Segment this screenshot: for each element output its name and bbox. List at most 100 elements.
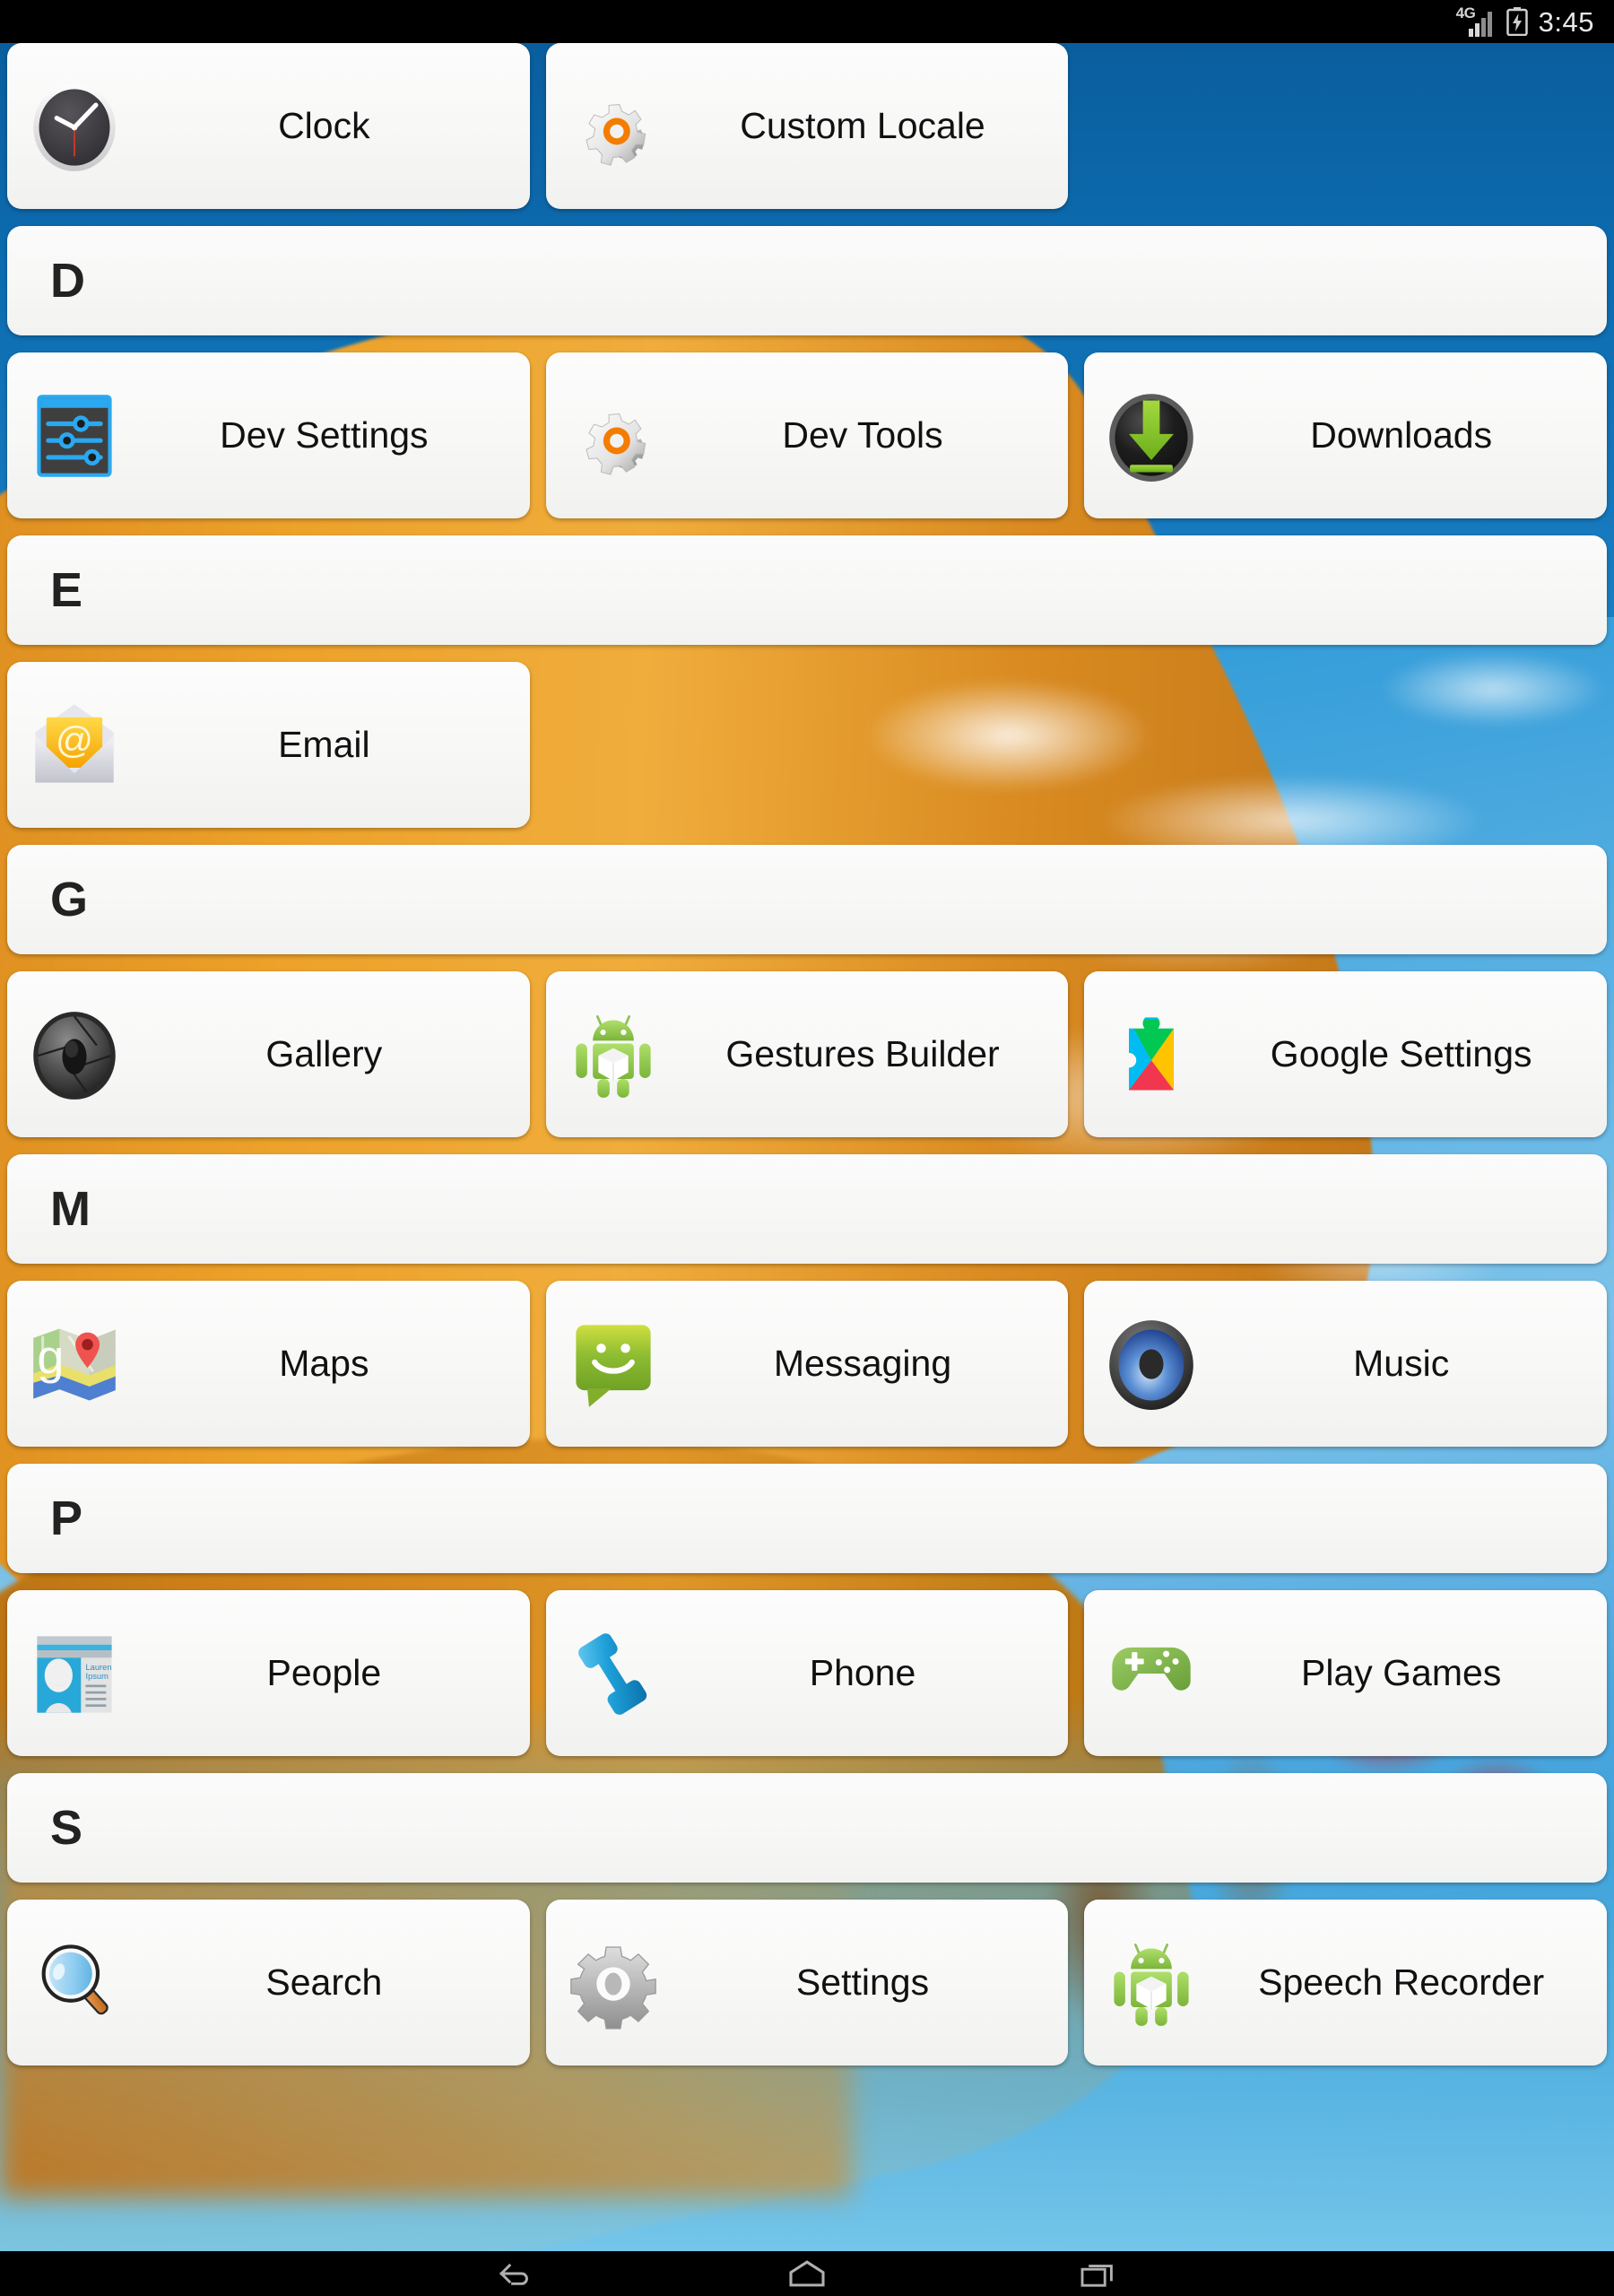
android-robot-icon <box>1114 1943 1189 2026</box>
phone-handset-icon <box>577 1632 646 1715</box>
section-letter: M <box>50 1182 91 1236</box>
app-icon-wrap <box>1084 971 1219 1137</box>
svg-text:Lauren: Lauren <box>85 1662 111 1671</box>
app-item-dev-tools[interactable]: Dev Tools <box>545 352 1069 518</box>
app-item-play-games[interactable]: Play Games <box>1084 1590 1608 1756</box>
app-item-settings[interactable]: Settings <box>545 1900 1069 2066</box>
app-slot-empty <box>1084 43 1607 209</box>
app-row: Clock Custom Locale <box>7 43 1607 209</box>
app-icon-wrap <box>1084 1900 1219 2066</box>
app-icon-wrap <box>546 43 681 209</box>
app-item-gestures-builder[interactable]: Gestures Builder <box>545 971 1069 1137</box>
gears-orange-icon <box>567 389 660 483</box>
app-item-speech-recorder[interactable]: Speech Recorder <box>1084 1900 1608 2066</box>
app-icon-wrap: Lauren Ipsum <box>7 1590 142 1756</box>
section-letter: P <box>50 1492 83 1545</box>
gamepad-icon <box>1105 1627 1198 1720</box>
app-item-custom-locale[interactable]: Custom Locale <box>545 43 1069 209</box>
envelope-at-icon: @ <box>35 703 114 783</box>
app-item-search[interactable]: Search <box>7 1900 530 2066</box>
navigation-bar[interactable] <box>0 2251 1614 2296</box>
app-label: Clock <box>278 105 370 146</box>
section-letter: G <box>50 873 89 926</box>
section-header-d: D <box>7 226 1607 335</box>
status-clock: 3:45 <box>1538 5 1594 38</box>
section-header-g: G <box>7 845 1607 954</box>
app-item-email[interactable]: @ Email <box>7 662 530 828</box>
app-icon-wrap <box>7 971 142 1137</box>
gear-gray-icon <box>569 1945 656 2029</box>
app-label: People <box>266 1652 382 1693</box>
status-bar[interactable]: 4G 3:45 <box>0 0 1614 43</box>
speech-bubble-smiley-icon <box>576 1324 651 1407</box>
magnifier-icon <box>28 1936 121 2030</box>
android-robot-icon <box>567 1008 660 1101</box>
battery-charging-icon <box>1506 7 1528 37</box>
app-label: Custom Locale <box>740 105 985 146</box>
sliders-panel-icon <box>37 394 112 477</box>
app-item-people[interactable]: Lauren Ipsum People <box>7 1590 530 1756</box>
app-item-dev-settings[interactable]: Dev Settings <box>7 352 530 518</box>
gear-gray-icon <box>567 1936 660 2030</box>
app-row: Search Settings Speech Recorder <box>7 1900 1608 2066</box>
app-label: Google Settings <box>1270 1033 1532 1074</box>
app-icon-wrap: @ <box>7 662 142 828</box>
play-services-puzzle-icon <box>1105 1008 1198 1101</box>
home-icon[interactable] <box>776 2254 838 2293</box>
android-robot-icon <box>1105 1936 1198 2030</box>
sliders-panel-icon <box>28 389 121 483</box>
status-bar-right: 4G 3:45 <box>1456 5 1594 38</box>
svg-text:@: @ <box>56 718 93 761</box>
download-arrow-icon <box>1109 393 1194 482</box>
speaker-cone-icon <box>1105 1318 1198 1411</box>
speech-bubble-smiley-icon <box>567 1318 660 1411</box>
play-services-puzzle-icon <box>1129 1016 1175 1091</box>
app-row: Lauren Ipsum People Phone Play Games <box>7 1590 1608 1756</box>
speaker-cone-icon <box>1109 1319 1194 1410</box>
app-label: Music <box>1353 1343 1450 1384</box>
app-item-google-settings[interactable]: Google Settings <box>1084 971 1608 1137</box>
camera-aperture-icon <box>28 1008 121 1101</box>
app-row: @ Email <box>7 662 1607 828</box>
app-icon-wrap <box>7 43 142 209</box>
app-label: Search <box>265 1961 383 2003</box>
app-row: Gallery Gestures Builder Google Settings <box>7 971 1608 1137</box>
gamepad-icon <box>1112 1647 1192 1691</box>
recents-icon[interactable] <box>1067 2254 1130 2293</box>
camera-aperture-icon <box>33 1011 116 1100</box>
app-label: Dev Tools <box>782 414 943 456</box>
svg-text:Ipsum: Ipsum <box>85 1672 108 1681</box>
app-icon-wrap <box>546 1900 681 2066</box>
folded-map-icon: g <box>33 1327 116 1401</box>
phone-handset-icon <box>567 1627 660 1720</box>
app-icon-wrap <box>1084 352 1219 518</box>
app-slot-empty <box>1084 662 1607 828</box>
back-icon[interactable] <box>484 2254 547 2293</box>
gears-orange-icon <box>586 103 646 166</box>
app-label: Dev Settings <box>220 414 429 456</box>
app-row: Dev Settings Dev Tools Downloads <box>7 352 1608 518</box>
signal-bars-svg <box>1468 12 1492 37</box>
app-icon-wrap <box>7 1900 142 2066</box>
svg-text:g: g <box>37 1330 64 1384</box>
app-item-clock[interactable]: Clock <box>7 43 530 209</box>
magnifier-icon <box>41 1944 108 2014</box>
android-robot-icon <box>576 1014 651 1098</box>
app-item-messaging[interactable]: Messaging <box>545 1281 1069 1447</box>
section-header-p: P <box>7 1464 1607 1573</box>
app-item-maps[interactable]: g Maps <box>7 1281 530 1447</box>
envelope-at-icon: @ <box>28 699 121 792</box>
app-label: Email <box>278 724 370 765</box>
app-drawer[interactable]: Clock Custom Locale D Dev Settings Dev T… <box>0 43 1614 2251</box>
contact-card-icon: Lauren Ipsum <box>28 1627 121 1720</box>
app-row: g Maps Messaging Music <box>7 1281 1608 1447</box>
clock-icon <box>28 80 121 173</box>
app-item-downloads[interactable]: Downloads <box>1084 352 1608 518</box>
app-item-gallery[interactable]: Gallery <box>7 971 530 1137</box>
app-item-music[interactable]: Music <box>1084 1281 1608 1447</box>
app-item-phone[interactable]: Phone <box>545 1590 1069 1756</box>
section-header-s: S <box>7 1773 1607 1883</box>
app-icon-wrap <box>7 352 142 518</box>
app-icon-wrap: g <box>7 1281 142 1447</box>
app-label: Speech Recorder <box>1258 1961 1545 2003</box>
